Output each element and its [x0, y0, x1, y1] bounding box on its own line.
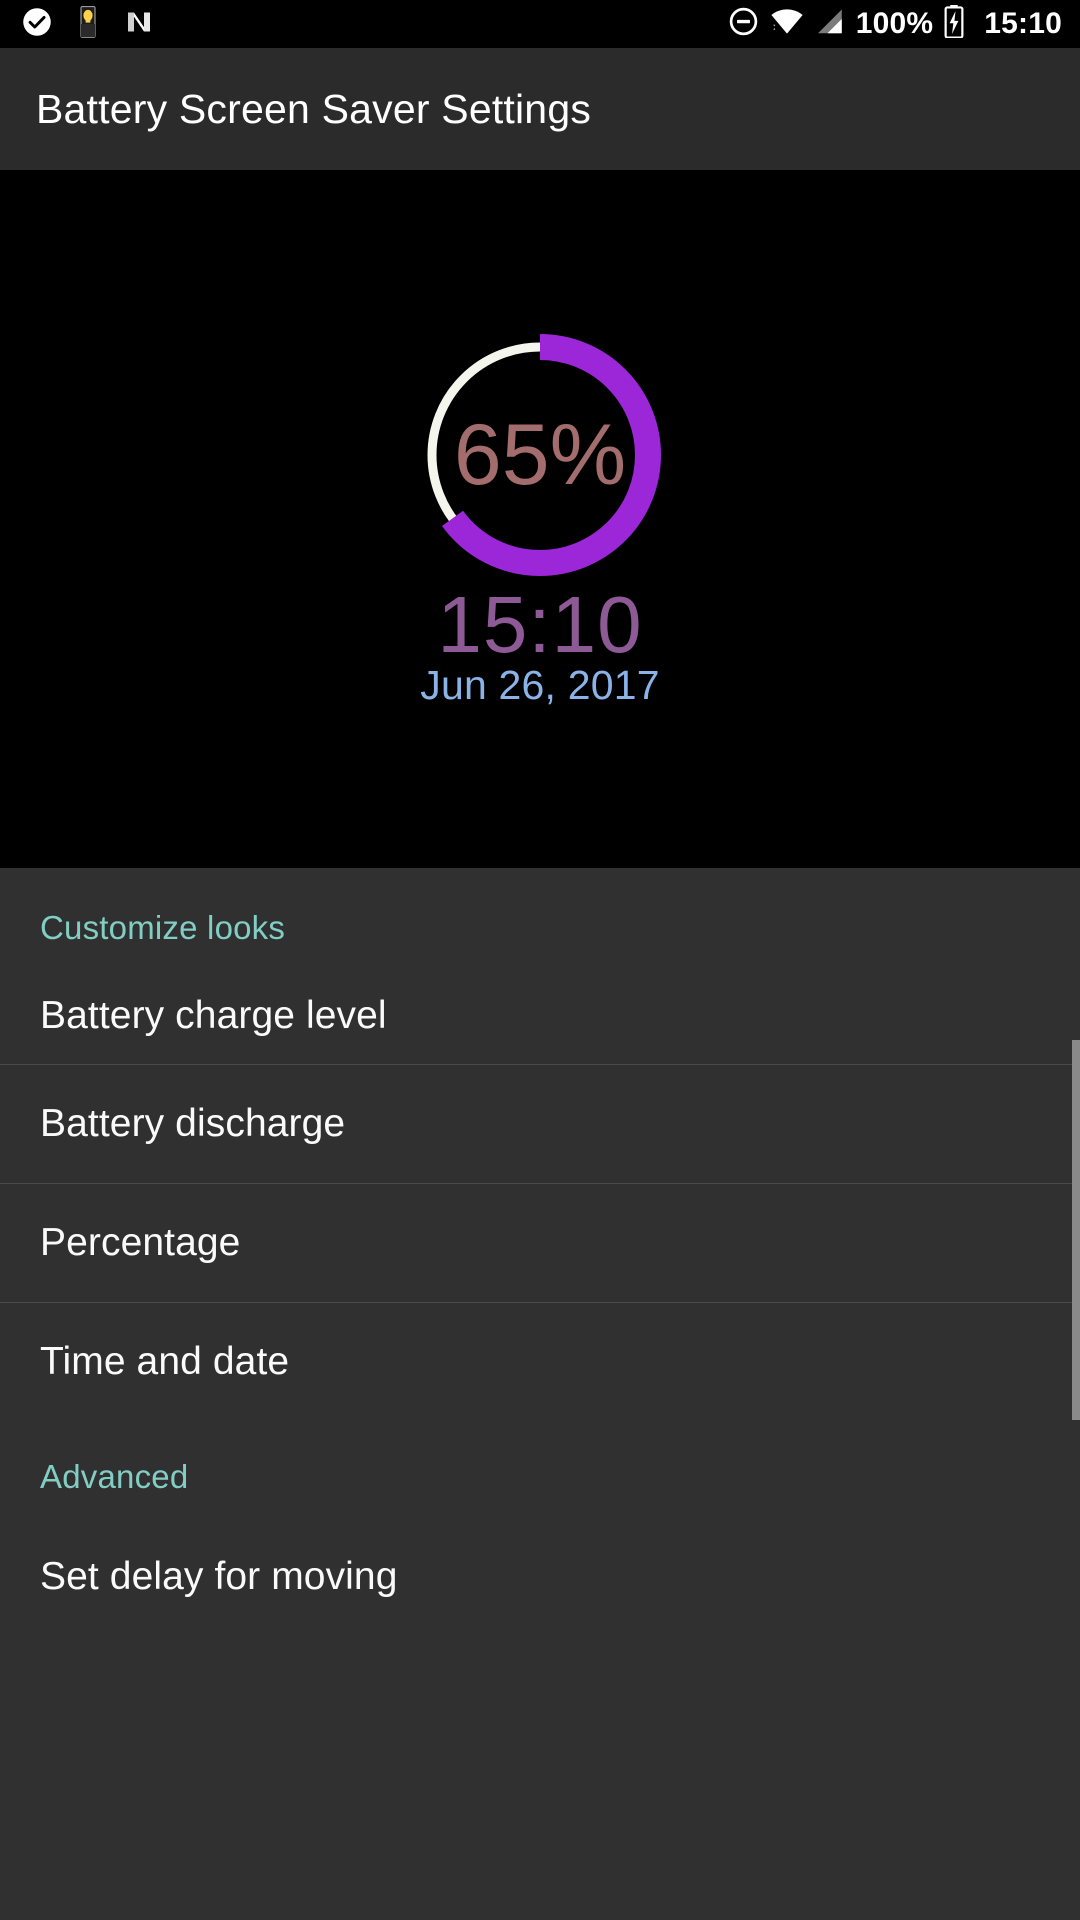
battery-percent-label: 65%	[453, 407, 627, 503]
section-header-customize-looks: Customize looks	[40, 909, 286, 946]
wifi-icon	[770, 6, 804, 42]
battery-percent-text: 100%	[855, 7, 934, 40]
page-title: Battery Screen Saver Settings	[36, 85, 592, 132]
preview-date: Jun 26, 2017	[420, 662, 660, 708]
list-item-label: Time and date	[40, 1340, 290, 1383]
cellular-signal-icon	[815, 6, 845, 42]
flashlight-icon	[78, 5, 98, 43]
do-not-disturb-icon	[728, 6, 759, 42]
list-item-battery-discharge[interactable]: Battery discharge	[0, 1065, 1080, 1183]
scrollbar-track[interactable]	[1072, 868, 1080, 1920]
preview-clock: 15:10	[437, 580, 643, 669]
screensaver-preview[interactable]: 65% 15:10 Jun 26, 2017	[0, 170, 1080, 868]
app-title-bar: Battery Screen Saver Settings	[0, 48, 1080, 170]
scrollbar-thumb[interactable]	[1072, 1040, 1080, 1420]
list-item-label: Percentage	[40, 1221, 241, 1264]
battery-ring-gauge: 65%	[410, 325, 670, 585]
list-item-label: Set delay for moving	[40, 1555, 398, 1598]
check-circle-icon	[22, 7, 52, 42]
settings-list[interactable]: Customize looks Battery charge level Bat…	[0, 868, 1080, 1920]
list-item-battery-charge-level[interactable]: Battery charge level	[0, 968, 1080, 1064]
android-nougat-icon	[124, 7, 154, 42]
list-item-percentage[interactable]: Percentage	[0, 1184, 1080, 1302]
status-bar-left-icons	[22, 5, 154, 43]
status-bar-right-icons: 100% 15:10	[728, 5, 1062, 43]
phone-screen: 100% 15:10 Battery Screen Saver Settings	[0, 0, 1080, 1920]
list-item-label: Battery discharge	[40, 1102, 346, 1145]
status-bar-clock: 15:10	[984, 7, 1062, 40]
list-item-time-and-date[interactable]: Time and date	[0, 1303, 1080, 1421]
list-item-label: Battery charge level	[40, 994, 387, 1037]
list-item-set-delay-for-moving[interactable]: Set delay for moving	[0, 1518, 1080, 1636]
status-bar: 100% 15:10	[0, 0, 1080, 48]
battery-charging-icon	[944, 5, 964, 43]
section-header-advanced: Advanced	[40, 1458, 189, 1495]
